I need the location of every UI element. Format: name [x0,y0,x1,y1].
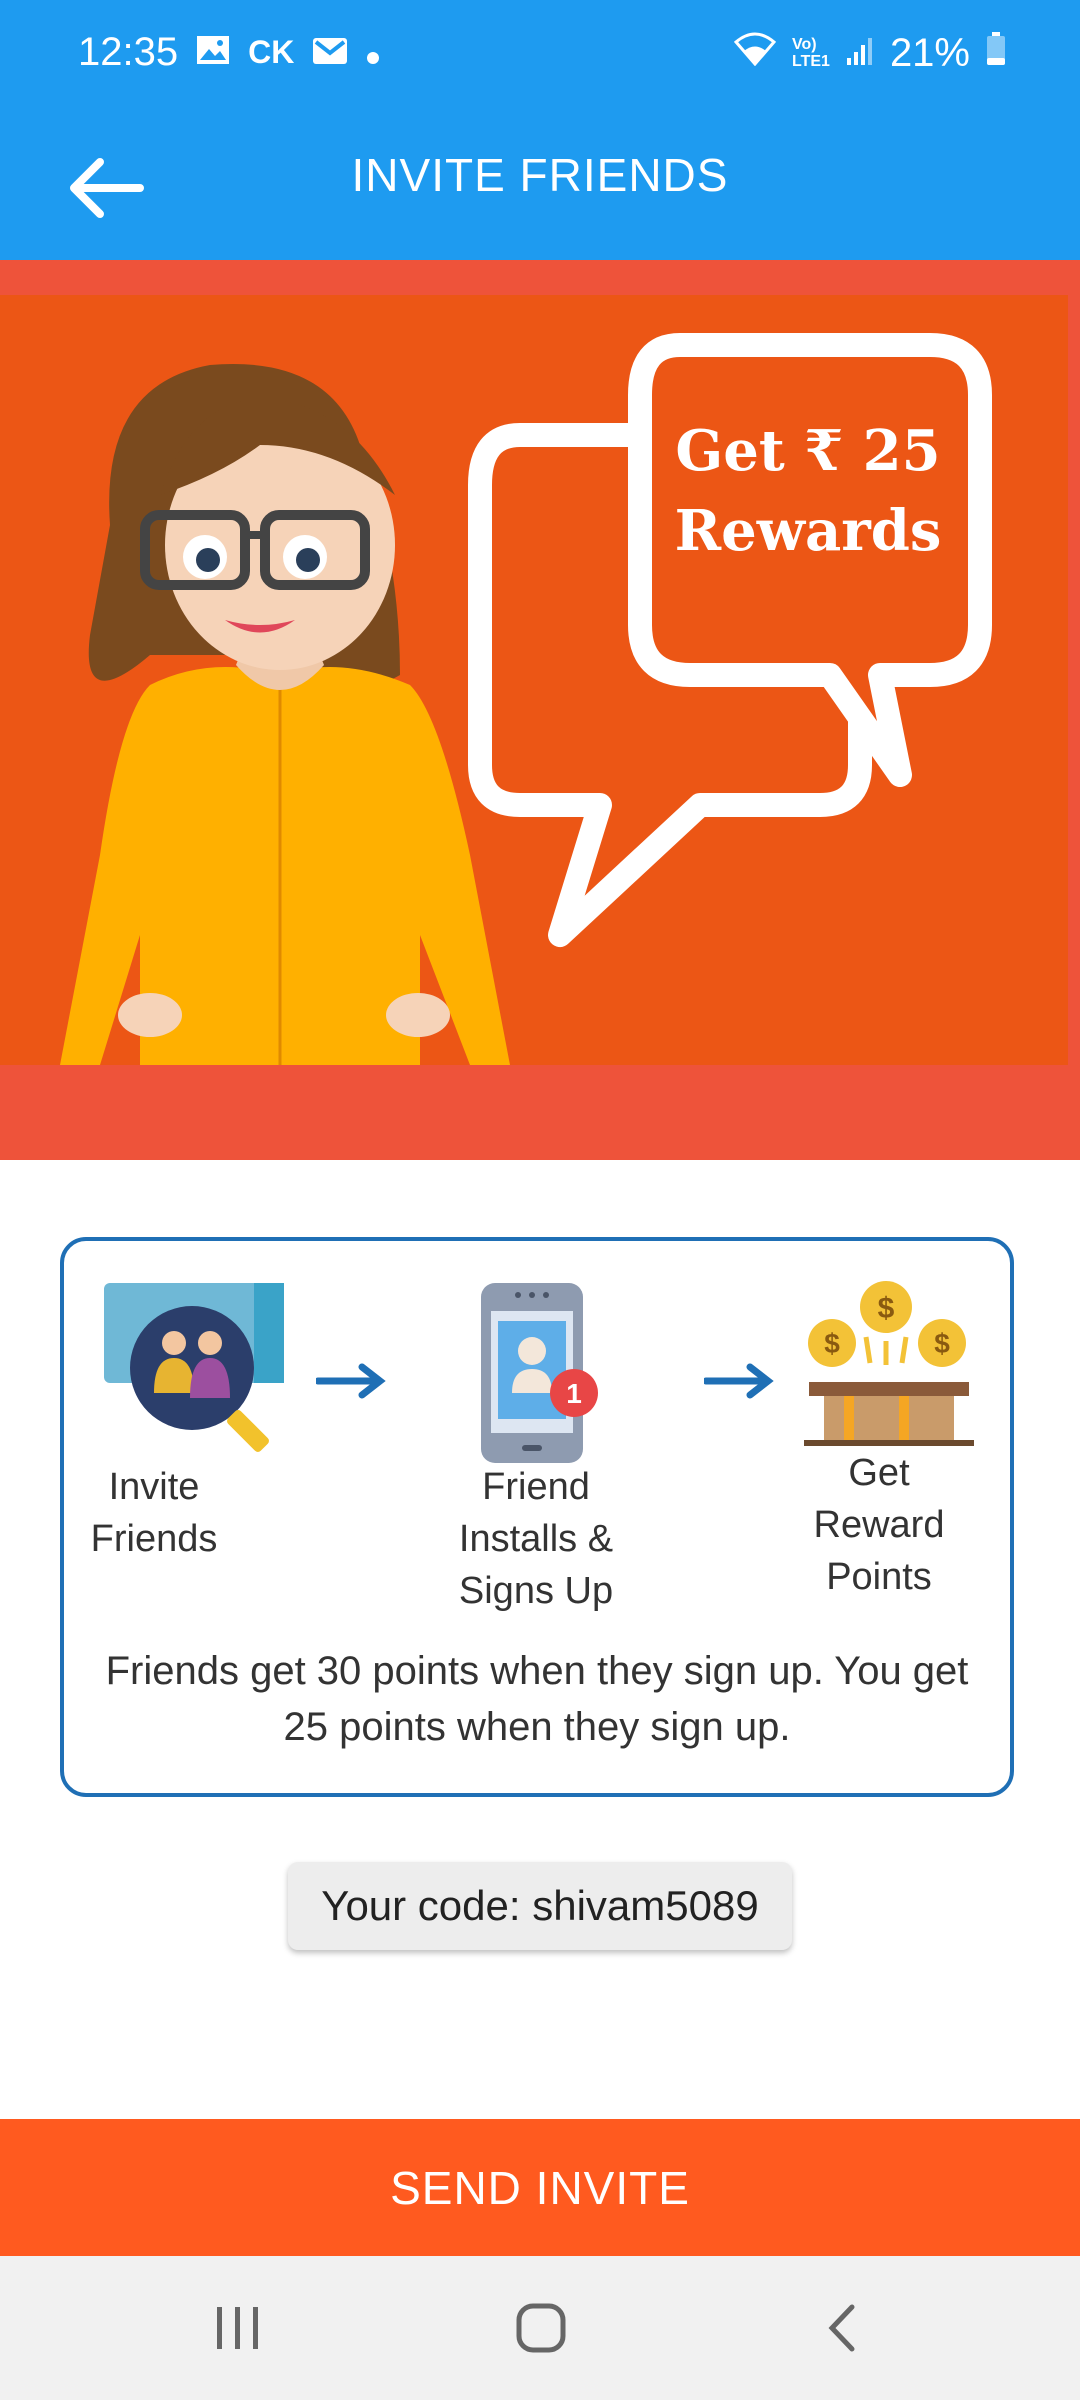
svg-text:$: $ [934,1328,950,1359]
chevron-left-icon [828,2304,855,2352]
promo-illustration: Get ₹ 25 Rewards [60,333,992,1065]
step-label: Friends [90,1518,218,1560]
page-title: INVITE FRIENDS [351,149,729,201]
back-nav-button[interactable] [794,2288,890,2368]
status-right: Vo) LTE1 21% [733,30,1006,76]
network-type-top: Vo) [792,36,817,53]
step-label: Points [826,1556,932,1598]
referral-code-chip[interactable]: Your code: shivam5089 [288,1862,792,1950]
svg-text:1: 1 [566,1378,582,1409]
wifi-icon [733,30,777,76]
dot-icon [366,30,380,75]
promo-banner: Get ₹ 25 Rewards [0,260,1080,1160]
network-type: Vo) LTE1 [792,36,830,70]
app-bar: INVITE FRIENDS [0,108,1080,260]
send-invite-button[interactable]: SEND INVITE [0,2119,1080,2256]
step-friend-installs: Friend Installs & Signs Up [426,1461,646,1617]
invite-friends-icon [104,1283,294,1468]
reward-chest-icon: $ $ $ [804,1277,974,1452]
status-bar: 12:35 CK Vo) LTE1 21% [0,0,1080,108]
step-invite-friends: Invite Friends [74,1461,234,1565]
reward-description: Friends get 30 points when they sign up.… [105,1649,969,1749]
arrow-right-icon [314,1361,386,1406]
bubble-line-1: Get ₹ 25 [675,418,940,484]
gmail-icon [312,30,348,75]
battery-percent: 21% [889,30,970,75]
how-it-works-card: 1 $ $ $ Invite Friends Friend Installs &… [60,1237,1014,1797]
svg-text:$: $ [878,1292,895,1325]
signal-icon [846,31,874,76]
step-label: Get [848,1452,910,1494]
step-label: Installs & [458,1518,614,1560]
status-time: 12:35 [78,30,179,74]
carrier-text: CK [248,34,295,70]
home-button[interactable] [493,2288,589,2368]
recent-apps-icon [217,2307,258,2349]
phone-notification-icon: 1 [476,1281,606,1471]
recent-apps-button[interactable] [190,2288,286,2368]
step-label: Reward [813,1504,945,1546]
image-icon [196,30,230,75]
arrow-right-icon [702,1361,774,1406]
step-label: Signs Up [458,1570,614,1612]
status-left: 12:35 CK [78,30,380,75]
bubble-line-2: Rewards [675,498,942,564]
step-label: Invite [108,1466,200,1508]
network-type-bottom: LTE1 [792,53,830,70]
step-get-reward: Get Reward Points [799,1447,959,1603]
woman-illustration [60,364,510,1065]
step-label: Friend [482,1466,590,1508]
svg-text:$: $ [824,1328,840,1359]
home-icon [516,2303,566,2353]
battery-icon [986,31,1006,76]
promo-banner-inner: Get ₹ 25 Rewards [0,295,1068,1065]
system-nav-bar [0,2256,1080,2400]
